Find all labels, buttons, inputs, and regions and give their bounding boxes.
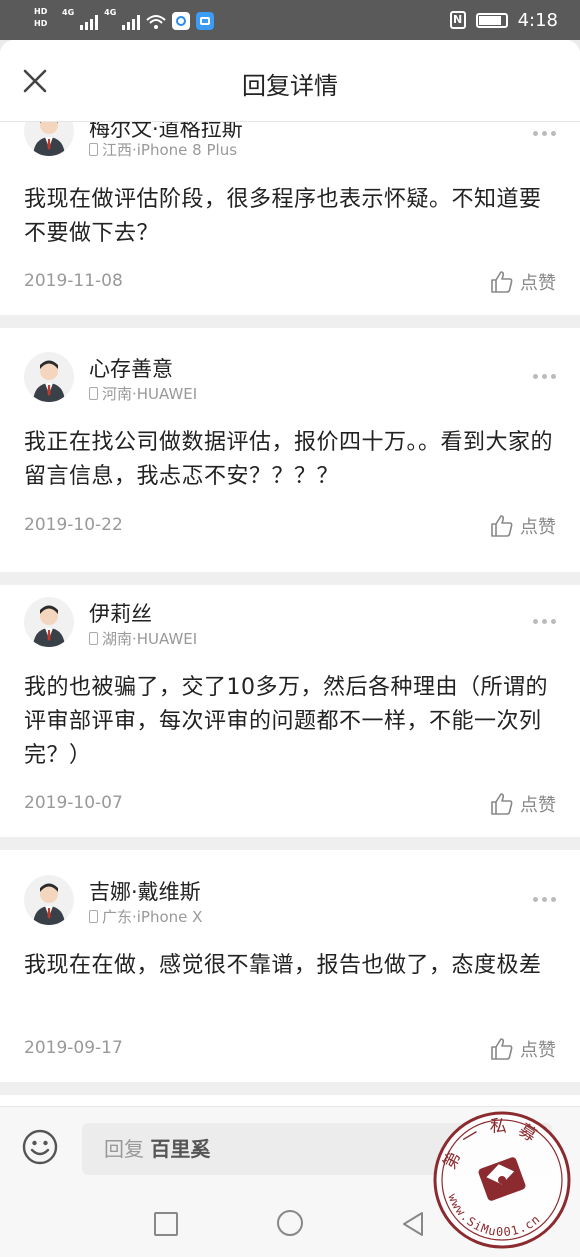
- emoji-icon[interactable]: [22, 1129, 58, 1165]
- app-notification-icon-2: [196, 12, 215, 30]
- user-name[interactable]: 吉娜·戴维斯: [89, 876, 201, 906]
- phone-icon: [89, 910, 98, 923]
- device-info: 江西·iPhone 8 Plus: [89, 139, 237, 160]
- device-text: 江西·iPhone 8 Plus: [102, 141, 238, 159]
- like-label: 点赞: [520, 273, 556, 294]
- comment-item: 心存善意 河南·HUAWEI 我正在找公司做数据评估，报价四十万。。看到大家的留…: [0, 328, 580, 572]
- comment-content: 我现在在做，感觉很不靠谱，报告也做了，态度极差: [24, 953, 542, 978]
- like-button[interactable]: 点赞: [490, 1036, 556, 1062]
- hd-badge: HD: [34, 19, 48, 28]
- thumbs-up-icon: [491, 515, 513, 537]
- signal-icon: [80, 14, 99, 30]
- more-options-icon[interactable]: [533, 897, 556, 902]
- clock: 4:18: [517, 9, 558, 31]
- comment-date: 2019-09-17: [24, 1038, 123, 1058]
- avatar[interactable]: [24, 875, 74, 925]
- like-button[interactable]: 点赞: [490, 513, 556, 539]
- like-label: 点赞: [520, 1040, 556, 1061]
- header: 回复详情: [0, 40, 580, 122]
- comment-content: 我现在做评估阶段，很多程序也表示怀疑。不知道要不要做下去？: [24, 187, 542, 246]
- comment-date: 2019-10-22: [24, 515, 123, 535]
- phone-icon: [89, 632, 98, 645]
- like-button[interactable]: 点赞: [490, 791, 556, 817]
- more-options-icon[interactable]: [533, 374, 556, 379]
- reply-prefix: 回复: [104, 1137, 144, 1161]
- thumbs-up-icon: [491, 1038, 513, 1060]
- thumbs-up-icon: [491, 271, 513, 293]
- app-notification-icon: [172, 12, 191, 30]
- hd-badges: HD HD: [34, 6, 58, 30]
- divider: [0, 315, 580, 328]
- comment-content: 我正在找公司做数据评估，报价四十万。。看到大家的留言信息，我忐忑不安？？？？: [24, 430, 554, 489]
- device-info: 河南·HUAWEI: [89, 383, 197, 404]
- comment-date: 2019-11-08: [24, 271, 123, 291]
- thumbs-up-icon: [491, 793, 513, 815]
- signal-icon-2: [122, 14, 141, 30]
- hd-badge: HD: [34, 7, 48, 16]
- divider: [0, 572, 580, 585]
- like-label: 点赞: [520, 517, 556, 538]
- wifi-icon: [146, 15, 166, 29]
- watermark-seal: 第一私募 www.SiMu001.cn: [433, 1111, 571, 1249]
- like-button[interactable]: 点赞: [490, 269, 556, 295]
- reply-detail-panel: 回复详情 梅尔文·道格拉斯 江西·iPhone 8 Plus 我现在做评估阶段，…: [0, 40, 580, 1257]
- nfc-icon: N: [449, 11, 466, 29]
- home-icon[interactable]: [277, 1210, 303, 1236]
- device-text: 湖南·HUAWEI: [102, 630, 198, 648]
- comment-content: 我的也被骗了，交了10多万，然后各种理由（所谓的评审部评审，每次评审的问题都不一…: [24, 675, 548, 768]
- phone-icon: [89, 143, 98, 156]
- status-bar: HD HD 4G 4G N 4:18: [0, 0, 580, 40]
- more-options-icon[interactable]: [533, 131, 556, 136]
- net-type-2: 4G: [104, 8, 117, 17]
- device-info: 广东·iPhone X: [89, 906, 202, 927]
- comment-date: 2019-10-07: [24, 793, 123, 813]
- avatar[interactable]: [24, 597, 74, 647]
- device-info: 湖南·HUAWEI: [89, 628, 197, 649]
- divider: [0, 1082, 580, 1095]
- comment-item: 吉娜·戴维斯 广东·iPhone X 我现在在做，感觉很不靠谱，报告也做了，态度…: [0, 850, 580, 1082]
- device-text: 广东·iPhone X: [102, 908, 203, 926]
- comment-item: 伊莉丝 湖南·HUAWEI 我的也被骗了，交了10多万，然后各种理由（所谓的评审…: [0, 585, 580, 851]
- more-options-icon[interactable]: [533, 619, 556, 624]
- reply-target: 百里奚: [150, 1137, 211, 1161]
- page-title: 回复详情: [242, 72, 338, 100]
- net-type: 4G: [62, 8, 75, 17]
- like-label: 点赞: [520, 795, 556, 816]
- back-icon[interactable]: [400, 1210, 426, 1238]
- phone-icon: [89, 387, 98, 400]
- user-name[interactable]: 伊莉丝: [89, 598, 152, 628]
- device-text: 河南·HUAWEI: [102, 385, 198, 403]
- avatar[interactable]: [24, 352, 74, 402]
- user-name[interactable]: 心存善意: [89, 353, 173, 383]
- divider: [0, 837, 580, 850]
- recent-apps-icon[interactable]: [154, 1212, 178, 1236]
- battery-icon: [475, 12, 508, 28]
